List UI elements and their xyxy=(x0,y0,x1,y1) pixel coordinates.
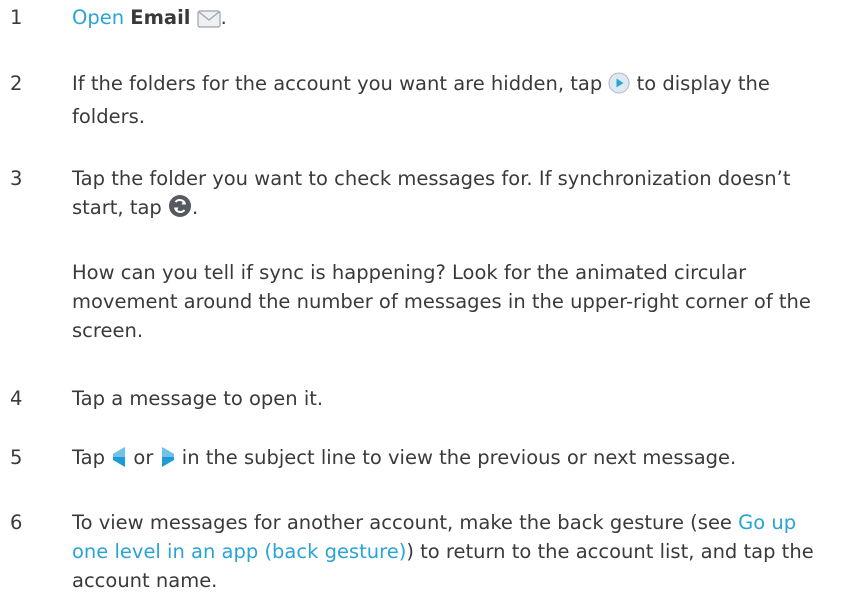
open-link[interactable]: Open xyxy=(72,6,124,29)
step-number: 4 xyxy=(10,387,23,410)
envelope-icon xyxy=(197,7,221,36)
sync-icon[interactable] xyxy=(168,194,192,226)
step-text: To view messages for another account, ma… xyxy=(72,511,814,592)
left-arrow-icon[interactable] xyxy=(111,446,127,476)
step-number: 1 xyxy=(10,6,23,29)
app-name-email: Email xyxy=(130,6,191,29)
step-number: 3 xyxy=(10,167,23,190)
right-arrow-icon[interactable] xyxy=(160,446,176,476)
step-number: 2 xyxy=(10,72,23,95)
step-text: Tap a message to open it. xyxy=(72,387,324,410)
sync-note: How can you tell if sync is happening? L… xyxy=(72,261,811,342)
step-text: Open Email . xyxy=(72,3,832,36)
step-number: 6 xyxy=(10,511,23,534)
step-text: Tap or in the subject line to view the p… xyxy=(72,443,832,476)
step-text: If the folders for the account you want … xyxy=(72,72,770,128)
step-text: Tap the folder you want to check message… xyxy=(72,164,832,226)
step-number: 5 xyxy=(10,446,23,469)
play-circle-icon[interactable] xyxy=(608,72,630,102)
